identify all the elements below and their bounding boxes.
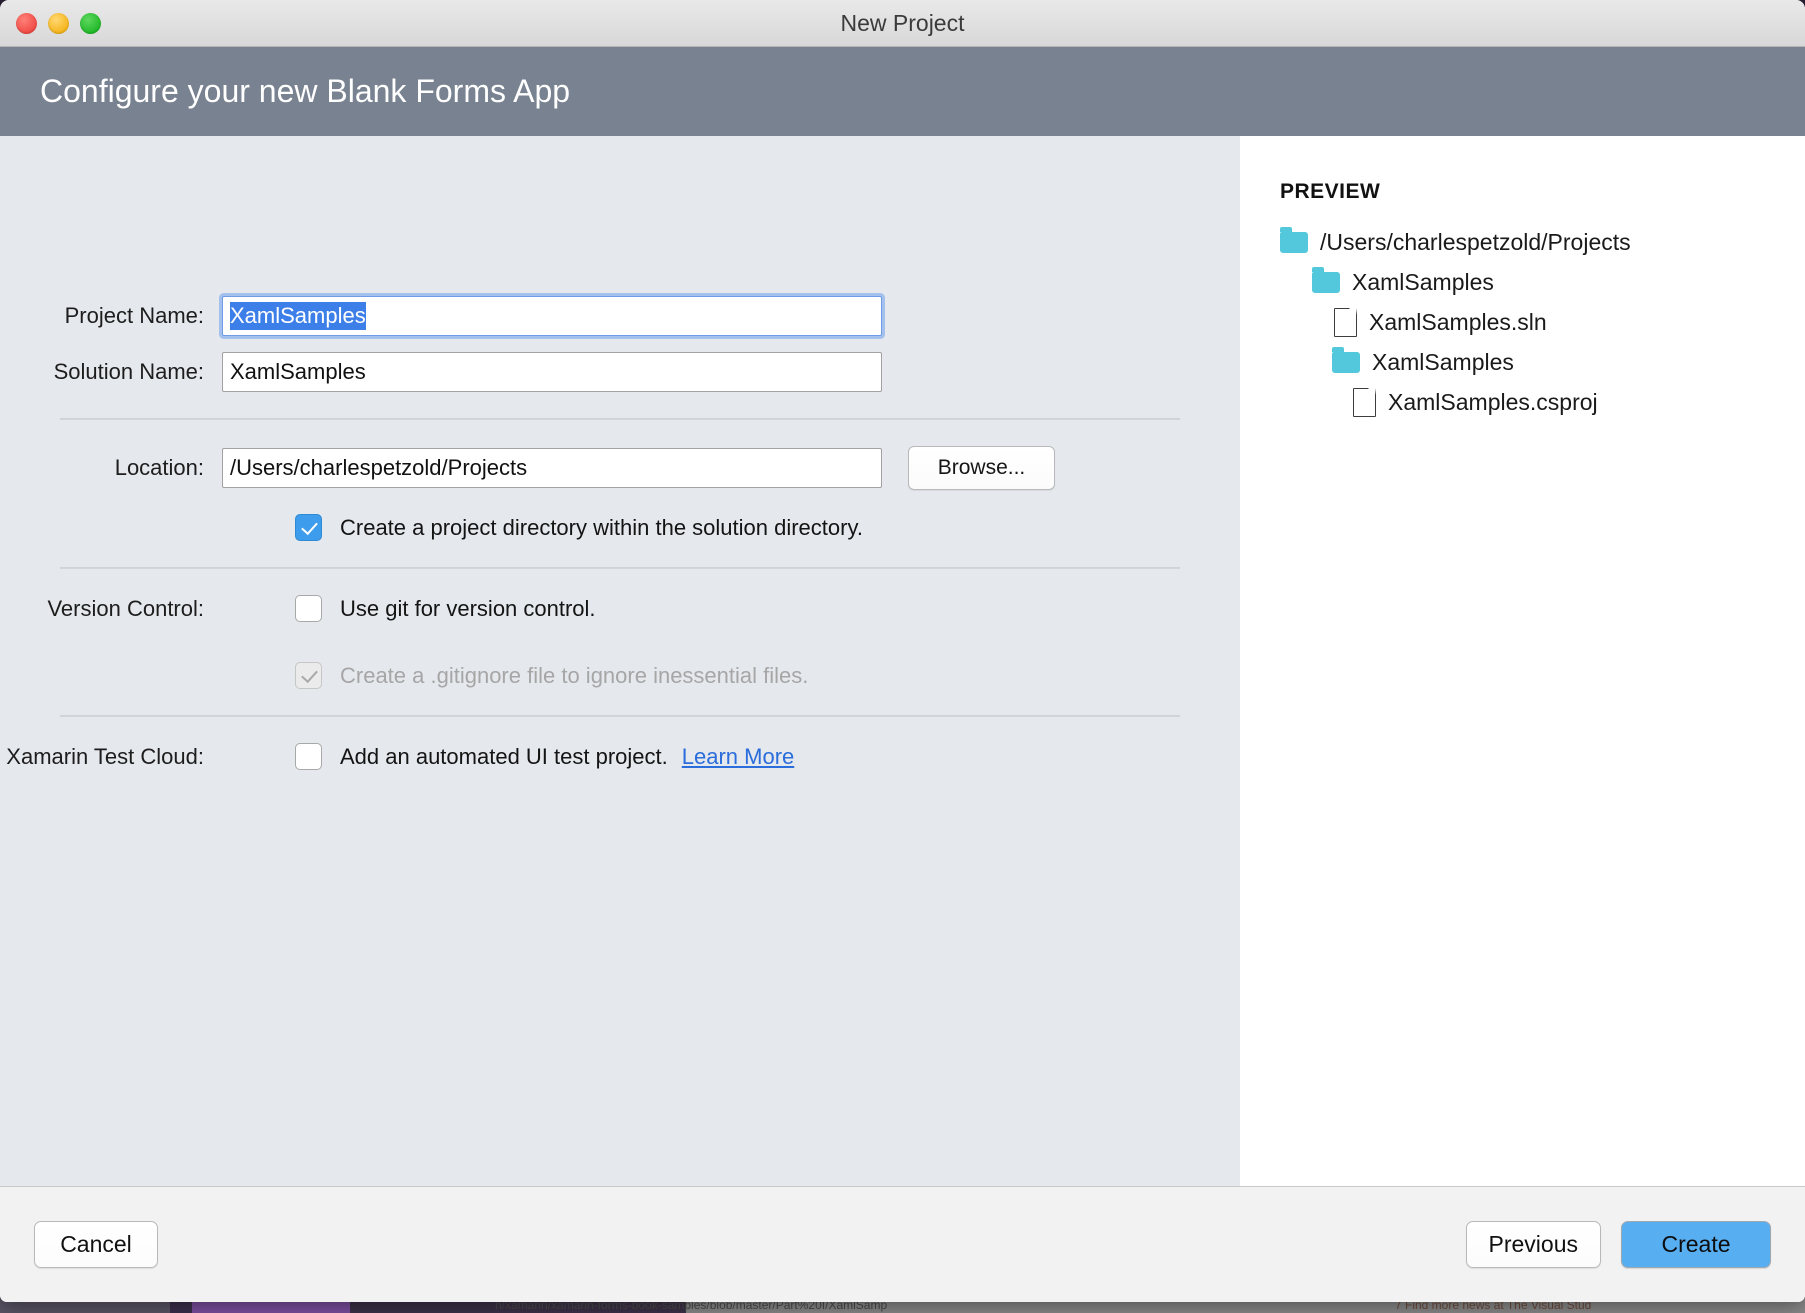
tree-item-solution-folder[interactable]: XamlSamples [1312, 262, 1805, 302]
section-divider [60, 715, 1180, 717]
version-control-label: Version Control: [0, 596, 222, 622]
xamarin-test-cloud-label: Xamarin Test Cloud: [0, 744, 222, 770]
solution-name-label: Solution Name: [0, 359, 222, 385]
cancel-button[interactable]: Cancel [34, 1221, 158, 1268]
gitignore-checkbox [295, 662, 322, 689]
create-button[interactable]: Create [1621, 1221, 1771, 1268]
version-control-row: Version Control: Use git for version con… [0, 595, 1240, 622]
previous-button[interactable]: Previous [1466, 1221, 1601, 1268]
section-divider [60, 418, 1180, 420]
project-name-row: Project Name: XamlSamples [0, 296, 1240, 336]
footer-right-group: Previous Create [1466, 1221, 1771, 1268]
solution-name-value: XamlSamples [230, 359, 366, 385]
location-label: Location: [0, 455, 222, 481]
spacer [0, 336, 1240, 352]
gitignore-label: Create a .gitignore file to ignore iness… [340, 663, 808, 689]
solution-name-input[interactable]: XamlSamples [222, 352, 882, 392]
preview-heading: PREVIEW [1280, 180, 1805, 204]
tree-item-label: XamlSamples.csproj [1388, 389, 1598, 416]
xamarin-test-cloud-row: Xamarin Test Cloud: Add an automated UI … [0, 743, 1240, 770]
zoom-button[interactable] [80, 13, 101, 34]
learn-more-link[interactable]: Learn More [682, 744, 795, 770]
location-input[interactable]: /Users/charlespetzold/Projects [222, 448, 882, 488]
close-button[interactable] [16, 13, 37, 34]
browse-button[interactable]: Browse... [908, 446, 1055, 490]
separator-wrap [0, 541, 1240, 595]
folder-icon [1332, 352, 1360, 373]
folder-icon [1280, 232, 1308, 253]
project-name-input[interactable]: XamlSamples [222, 296, 882, 336]
minimize-button[interactable] [48, 13, 69, 34]
tree-item-projects-folder[interactable]: /Users/charlespetzold/Projects [1280, 222, 1805, 262]
tree-item-label: XamlSamples [1372, 349, 1514, 376]
spacer [0, 490, 1240, 514]
ui-test-label[interactable]: Add an automated UI test project. [340, 744, 668, 770]
spacer [0, 646, 1240, 662]
folder-icon [1312, 272, 1340, 293]
use-git-checkbox[interactable] [295, 595, 322, 622]
tree-item-label: XamlSamples.sln [1369, 309, 1547, 336]
tree-item-csproj-file[interactable]: XamlSamples.csproj [1353, 382, 1805, 422]
use-git-label[interactable]: Use git for version control. [340, 596, 596, 622]
project-name-value: XamlSamples [230, 302, 366, 330]
form-pane: Project Name: XamlSamples Solution Name:… [0, 136, 1240, 1186]
project-directory-row: Create a project directory within the so… [0, 514, 1240, 541]
project-directory-label[interactable]: Create a project directory within the so… [340, 515, 863, 541]
dialog-footer: Cancel Previous Create [0, 1187, 1805, 1302]
tree-item-sln-file[interactable]: XamlSamples.sln [1334, 302, 1805, 342]
window-controls [16, 0, 101, 46]
spacer [0, 622, 1240, 646]
new-project-dialog: New Project Configure your new Blank For… [0, 0, 1805, 1302]
window-title: New Project [841, 10, 965, 37]
dialog-banner: Configure your new Blank Forms App [0, 47, 1805, 136]
tree-item-label: XamlSamples [1352, 269, 1494, 296]
location-value: /Users/charlespetzold/Projects [230, 455, 527, 481]
project-name-label: Project Name: [0, 303, 222, 329]
titlebar: New Project [0, 0, 1805, 47]
separator-wrap [0, 392, 1240, 446]
solution-name-row: Solution Name: XamlSamples [0, 352, 1240, 392]
dialog-body: Project Name: XamlSamples Solution Name:… [0, 136, 1805, 1187]
project-directory-checkbox[interactable] [295, 514, 322, 541]
tree-item-project-folder[interactable]: XamlSamples [1332, 342, 1805, 382]
file-icon [1334, 308, 1357, 337]
banner-title: Configure your new Blank Forms App [40, 73, 570, 110]
tree-item-label: /Users/charlespetzold/Projects [1320, 229, 1631, 256]
preview-pane: PREVIEW /Users/charlespetzold/Projects X… [1240, 136, 1805, 1186]
file-icon [1353, 388, 1376, 417]
gitignore-row: Create a .gitignore file to ignore iness… [0, 662, 1240, 689]
ui-test-checkbox[interactable] [295, 743, 322, 770]
separator-wrap [0, 689, 1240, 743]
location-row: Location: /Users/charlespetzold/Projects… [0, 446, 1240, 490]
section-divider [60, 567, 1180, 569]
